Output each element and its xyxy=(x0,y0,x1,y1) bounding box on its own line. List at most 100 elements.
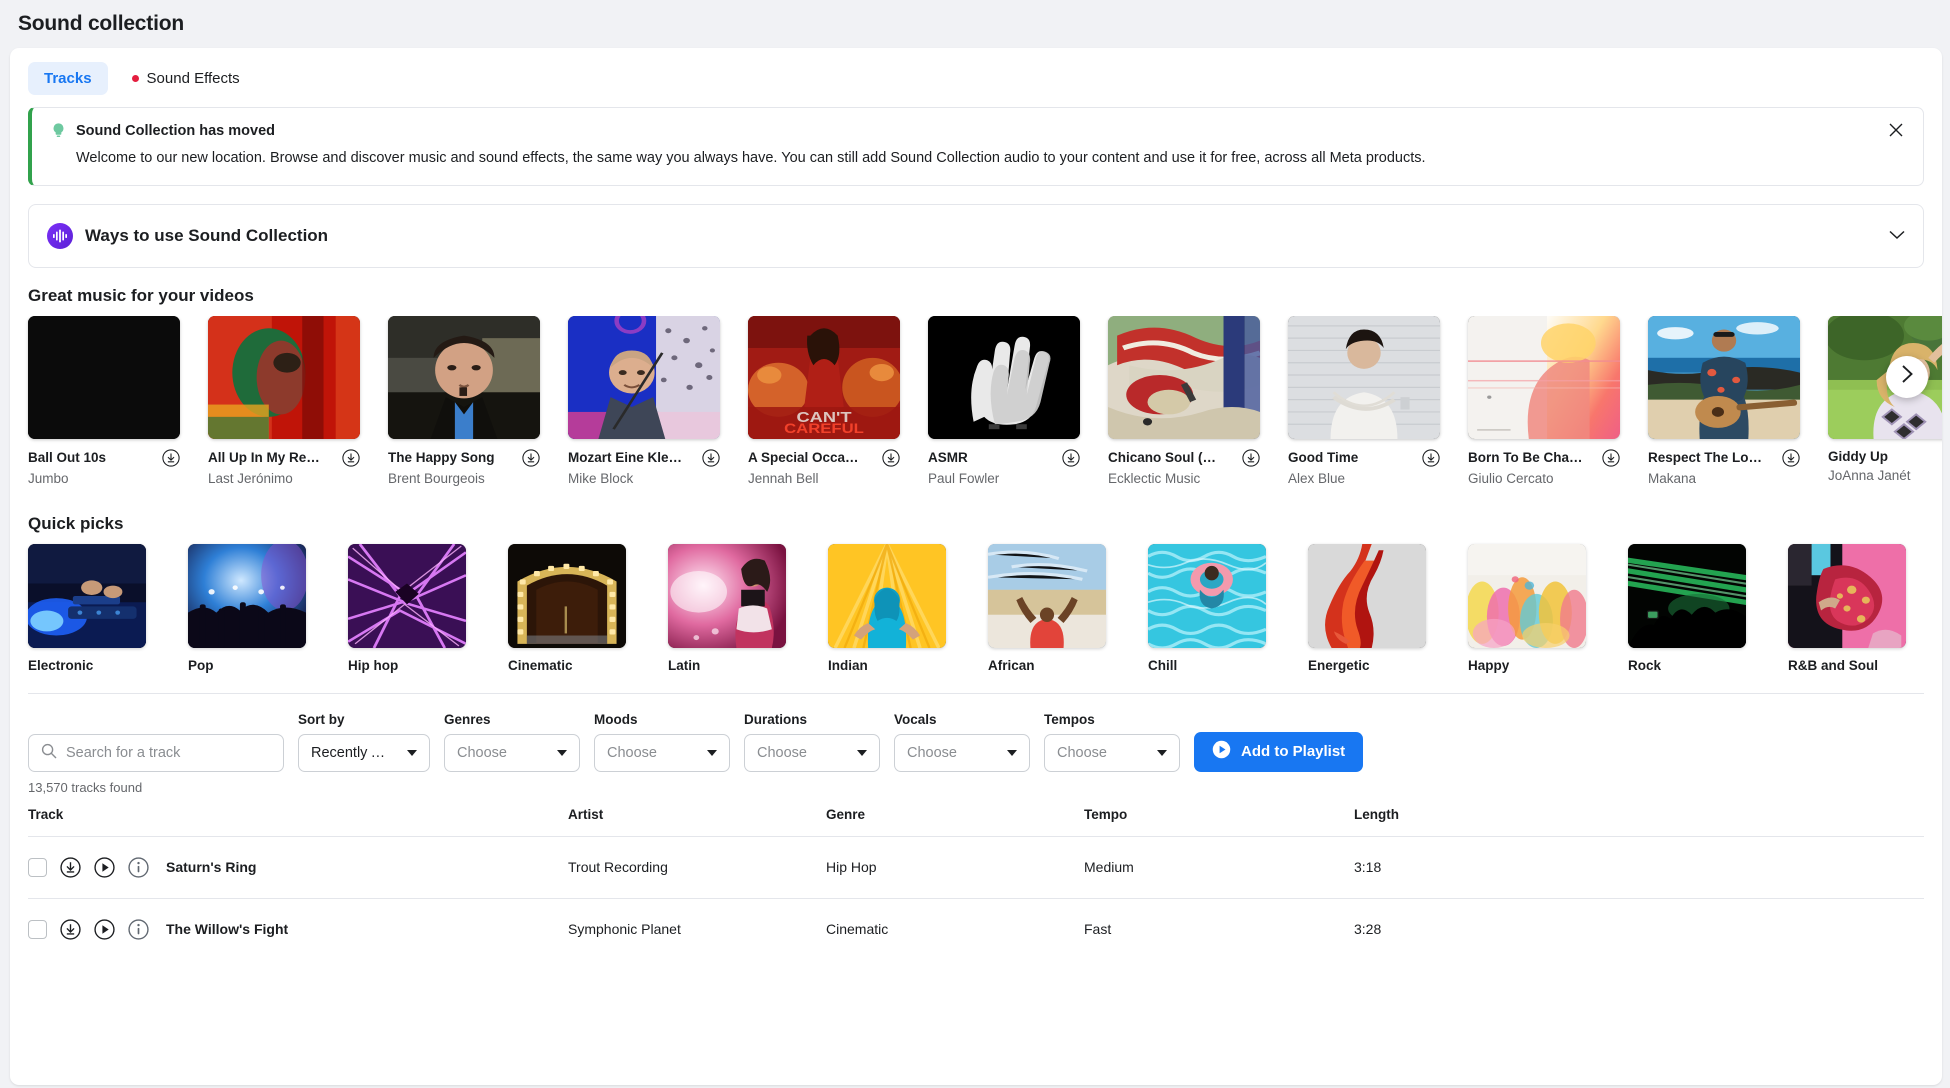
chevron-down-icon xyxy=(707,749,717,756)
genres-select[interactable]: Choose xyxy=(444,733,580,772)
quick-pick-item[interactable]: Cinematic xyxy=(508,543,626,673)
album-art[interactable] xyxy=(388,315,540,439)
quick-pick-thumb[interactable] xyxy=(828,543,946,648)
quick-pick-thumb[interactable] xyxy=(1628,543,1746,648)
search-group xyxy=(28,733,284,772)
table-row[interactable]: Saturn's Ring Trout Recording Hip Hop Me… xyxy=(28,836,1924,898)
durations-group: Durations Choose xyxy=(744,712,880,772)
quick-pick-thumb[interactable] xyxy=(188,543,306,648)
album-art[interactable] xyxy=(1108,315,1260,439)
vocals-select[interactable]: Choose xyxy=(894,733,1030,772)
tab-sound-effects[interactable]: Sound Effects xyxy=(116,62,256,95)
search-input-wrapper[interactable] xyxy=(28,733,284,772)
moods-select[interactable]: Choose xyxy=(594,733,730,772)
music-card[interactable]: Good Time Alex Blue xyxy=(1288,315,1440,486)
svg-text:CAREFUL: CAREFUL xyxy=(784,421,864,436)
quick-pick-thumb[interactable] xyxy=(28,543,146,648)
quick-pick-item[interactable]: Energetic xyxy=(1308,543,1426,673)
download-icon[interactable] xyxy=(162,448,180,467)
quick-pick-thumb[interactable] xyxy=(1468,543,1586,648)
album-art[interactable] xyxy=(1288,315,1440,439)
quick-pick-thumb[interactable] xyxy=(988,543,1106,648)
music-card[interactable]: Ball Out 10s Jumbo xyxy=(28,315,180,486)
music-card[interactable]: Respect The Lo… Makana xyxy=(1648,315,1800,486)
search-icon xyxy=(41,743,57,763)
tempos-select[interactable]: Choose xyxy=(1044,733,1180,772)
column-header-genre[interactable]: Genre xyxy=(826,807,1084,837)
row-checkbox[interactable] xyxy=(28,857,47,877)
quick-pick-thumb[interactable] xyxy=(1308,543,1426,648)
table-row[interactable]: The Willow's Fight Symphonic Planet Cine… xyxy=(28,898,1924,960)
close-icon[interactable] xyxy=(1885,122,1907,144)
page-title: Sound collection xyxy=(18,12,184,35)
add-to-playlist-button[interactable]: Add to Playlist xyxy=(1194,731,1364,772)
carousel-next-button[interactable] xyxy=(1886,355,1928,398)
music-card[interactable]: ASMR Paul Fowler xyxy=(928,315,1080,486)
sort-by-select[interactable]: Recently Ad… xyxy=(298,733,430,772)
quick-pick-thumb[interactable] xyxy=(508,543,626,648)
music-card[interactable]: Chicano Soul (… Ecklectic Music xyxy=(1108,315,1260,486)
quick-pick-thumb[interactable] xyxy=(1788,543,1906,648)
quick-pick-item[interactable]: Electronic xyxy=(28,543,146,673)
row-checkbox[interactable] xyxy=(28,919,47,939)
quick-pick-thumb[interactable] xyxy=(1148,543,1266,648)
quick-pick-item[interactable]: R&B and Soul xyxy=(1788,543,1906,673)
play-icon[interactable] xyxy=(94,856,115,878)
quick-pick-item[interactable]: Hip hop xyxy=(348,543,466,673)
column-header-length[interactable]: Length xyxy=(1354,807,1924,837)
durations-select[interactable]: Choose xyxy=(744,733,880,772)
quick-pick-item[interactable]: Indian xyxy=(828,543,946,673)
quick-pick-item[interactable]: African xyxy=(988,543,1106,673)
music-card-artist: Makana xyxy=(1648,470,1697,486)
music-card-artist: Alex Blue xyxy=(1288,470,1346,486)
music-card-title: Good Time xyxy=(1288,450,1359,466)
album-art[interactable] xyxy=(208,315,360,439)
ways-to-use-row[interactable]: Ways to use Sound Collection xyxy=(28,203,1924,268)
info-icon[interactable] xyxy=(128,918,149,940)
column-header-artist[interactable]: Artist xyxy=(568,807,826,837)
music-card-title: The Happy Song xyxy=(388,450,495,466)
download-icon[interactable] xyxy=(702,448,720,467)
download-icon[interactable] xyxy=(60,856,81,878)
notice-title-row: Sound Collection has moved xyxy=(50,122,1905,139)
album-art[interactable] xyxy=(1468,315,1620,439)
music-card[interactable]: The Happy Song Brent Bourgeois xyxy=(388,315,540,486)
column-header-track[interactable]: Track xyxy=(28,807,568,837)
search-input[interactable] xyxy=(66,744,271,761)
album-art[interactable]: CAN'T CAREFUL xyxy=(748,315,900,439)
album-art[interactable] xyxy=(568,315,720,439)
column-header-tempo[interactable]: Tempo xyxy=(1084,807,1354,837)
quick-pick-item[interactable]: Happy xyxy=(1468,543,1586,673)
download-icon[interactable] xyxy=(1062,448,1080,467)
chevron-down-icon[interactable] xyxy=(1889,227,1905,245)
track-artist: Symphonic Planet xyxy=(568,921,681,938)
download-icon[interactable] xyxy=(1242,448,1260,467)
music-card[interactable]: Giddy Up JoAnna Janét xyxy=(1828,315,1942,486)
download-icon[interactable] xyxy=(522,448,540,467)
music-card[interactable]: All Up In My Re… Last Jerónimo xyxy=(208,315,360,486)
track-tempo: Fast xyxy=(1084,921,1112,938)
download-icon[interactable] xyxy=(60,918,81,940)
quick-pick-item[interactable]: Pop xyxy=(188,543,306,673)
download-icon[interactable] xyxy=(1782,448,1800,467)
download-icon[interactable] xyxy=(1422,448,1440,467)
tab-tracks[interactable]: Tracks xyxy=(28,62,108,95)
track-length: 3:28 xyxy=(1354,921,1382,938)
quick-pick-item[interactable]: Chill xyxy=(1148,543,1266,673)
quick-pick-item[interactable]: Latin xyxy=(668,543,786,673)
download-icon[interactable] xyxy=(1602,448,1620,467)
music-card[interactable]: Mozart Eine Kle… Mike Block xyxy=(568,315,720,486)
music-card[interactable]: Born To Be Cha… Giulio Cercato xyxy=(1468,315,1620,486)
album-art[interactable] xyxy=(1648,315,1800,439)
play-icon[interactable] xyxy=(94,918,115,940)
download-icon[interactable] xyxy=(882,448,900,467)
info-icon[interactable] xyxy=(128,856,149,878)
download-icon[interactable] xyxy=(342,448,360,467)
quick-pick-label: Hip hop xyxy=(348,657,399,673)
music-card[interactable]: CAN'T CAREFUL A Special Occa… Jennah Bel… xyxy=(748,315,900,486)
album-art[interactable] xyxy=(28,315,180,439)
quick-pick-thumb[interactable] xyxy=(348,543,466,648)
album-art[interactable] xyxy=(928,315,1080,439)
quick-pick-item[interactable]: Rock xyxy=(1628,543,1746,673)
quick-pick-thumb[interactable] xyxy=(668,543,786,648)
